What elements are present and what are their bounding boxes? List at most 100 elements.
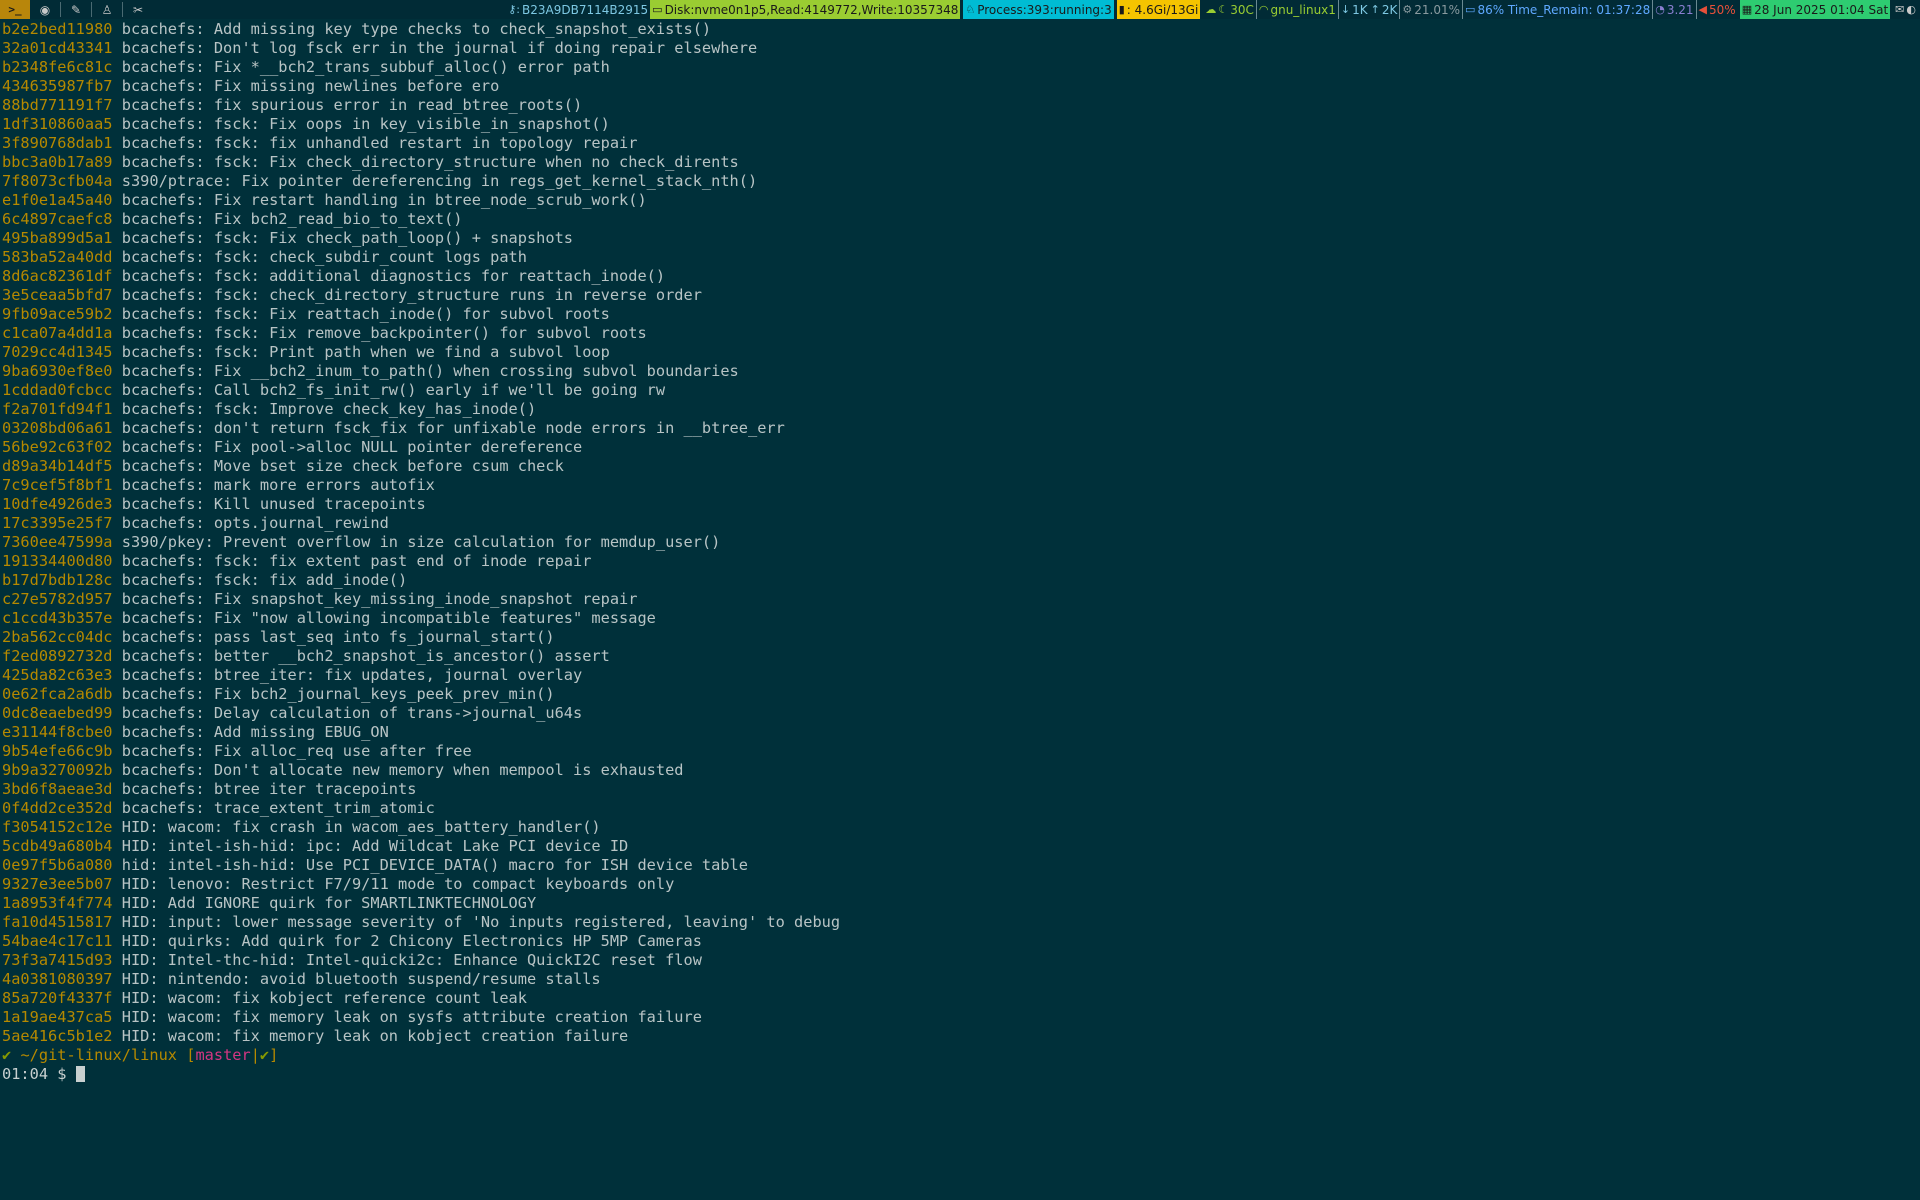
mail-icon[interactable]: ✉ <box>1895 3 1904 16</box>
log-line: c1ccd43b357e bcachefs: Fix "now allowing… <box>2 609 840 628</box>
battery-icon: ▭ <box>1465 3 1476 16</box>
log-line: 7360ee47599a s390/pkey: Prevent overflow… <box>2 533 840 552</box>
commit-message: bcachefs: Fix alloc_req use after free <box>121 742 472 760</box>
log-line: 9327e3ee5b07 HID: lenovo: Restrict F7/9/… <box>2 875 840 894</box>
commit-hash: 583ba52a40dd <box>2 248 113 266</box>
input-line[interactable]: 01:04 $ <box>2 1065 840 1084</box>
commit-hash: 73f3a7415d93 <box>2 951 113 969</box>
commit-hash: 7360ee47599a <box>2 533 113 551</box>
commit-hash: 85a720f4337f <box>2 989 113 1007</box>
log-line: 7029cc4d1345 bcachefs: fsck: Print path … <box>2 343 840 362</box>
commit-hash: 4a0381080397 <box>2 970 113 988</box>
datetime-status[interactable]: ▦ 28 Jun 2025 01:04 Sat <box>1739 0 1891 19</box>
log-line: 1cddad0fcbcc bcachefs: Call bch2_fs_init… <box>2 381 840 400</box>
commit-hash: 7029cc4d1345 <box>2 343 113 361</box>
commit-hash: 2ba562cc04dc <box>2 628 113 646</box>
log-line: 5ae416c5b1e2 HID: wacom: fix memory leak… <box>2 1027 840 1046</box>
git-log: b2e2bed11980 bcachefs: Add missing key t… <box>2 20 840 1046</box>
log-line: 54bae4c17c11 HID: quirks: Add quirk for … <box>2 932 840 951</box>
commit-hash: 56be92c63f02 <box>2 438 113 456</box>
commit-message: bcachefs: fsck: Fix check_path_loop() + … <box>121 229 574 247</box>
penguin-icon: ♘ <box>965 3 976 16</box>
commit-message: bcachefs: trace_extent_trim_atomic <box>121 799 435 817</box>
commit-message: bcachefs: Don't log fsck err in the jour… <box>121 39 758 57</box>
commit-message: bcachefs: Fix restart handling in btree_… <box>121 191 647 209</box>
log-line: d89a34b14df5 bcachefs: Move bset size ch… <box>2 457 840 476</box>
browser-icon[interactable]: ◉ <box>30 0 60 19</box>
commit-message: bcachefs: Fix missing newlines before er… <box>121 77 500 95</box>
log-line: 434635987fb7 bcachefs: Fix missing newli… <box>2 77 840 96</box>
text-cursor[interactable] <box>75 1066 85 1082</box>
bracket-close: ] <box>269 1046 279 1064</box>
log-line: f2a701fd94f1 bcachefs: fsck: Improve che… <box>2 400 840 419</box>
commit-message: bcachefs: Fix __bch2_inum_to_path() when… <box>121 362 739 380</box>
process-value: Process:393:running:3 <box>977 2 1112 17</box>
log-line: 5cdb49a680b4 HID: intel-ish-hid: ipc: Ad… <box>2 837 840 856</box>
commit-message: s390/pkey: Prevent overflow in size calc… <box>121 533 721 551</box>
network-status: ↓ 1K ↑ 2K <box>1337 0 1399 19</box>
commit-hash: e31144f8cbe0 <box>2 723 113 741</box>
key-icon: ⚷: <box>508 3 521 16</box>
commit-message: bcachefs: fsck: Fix reattach_inode() for… <box>121 305 610 323</box>
datetime-value: 28 Jun 2025 01:04 Sat <box>1754 2 1889 17</box>
commit-message: bcachefs: Fix snapshot_key_missing_inode… <box>121 590 638 608</box>
editor-icon[interactable]: ✎ <box>61 0 91 19</box>
power-icon[interactable]: ◐ <box>1906 3 1916 16</box>
log-line: 1a8953f4f774 HID: Add IGNORE quirk for S… <box>2 894 840 913</box>
commit-hash: d89a34b14df5 <box>2 457 113 475</box>
speaker-icon: ◀ <box>1698 3 1708 16</box>
commit-hash: f2ed0892732d <box>2 647 113 665</box>
commit-hash: b2e2bed11980 <box>2 20 113 38</box>
commit-hash: 0f4dd2ce352d <box>2 799 113 817</box>
log-line: f2ed0892732d bcachefs: better __bch2_sna… <box>2 647 840 666</box>
commit-message: bcachefs: Add missing EBUG_ON <box>121 723 389 741</box>
commit-message: bcachefs: Fix *__bch2_trans_subbuf_alloc… <box>121 58 610 76</box>
battery-value: 86% Time_Remain: 01:37:28 <box>1477 2 1651 17</box>
commit-message: bcachefs: Delay calculation of trans->jo… <box>121 704 583 722</box>
commit-hash: 5cdb49a680b4 <box>2 837 113 855</box>
terminal-icon[interactable]: >_ <box>0 0 30 19</box>
volume-status[interactable]: ◀ 50% <box>1695 0 1738 19</box>
workspace-switcher: >_ ◉ ✎ ♙ ✂ <box>0 0 153 19</box>
commit-hash: 32a01cd43341 <box>2 39 113 57</box>
commit-message: HID: Add IGNORE quirk for SMARTLINKTECHN… <box>121 894 537 912</box>
disk-value: Disk:nvme0n1p5,Read:4149772,Write:103573… <box>664 2 959 17</box>
log-line: 1df310860aa5 bcachefs: fsck: Fix oops in… <box>2 115 840 134</box>
git-branch: master <box>195 1046 251 1064</box>
log-line: e31144f8cbe0 bcachefs: Add missing EBUG_… <box>2 723 840 742</box>
disk-status: ▭ Disk:nvme0n1p5,Read:4149772,Write:1035… <box>650 0 961 19</box>
log-line: 0f4dd2ce352d bcachefs: trace_extent_trim… <box>2 799 840 818</box>
terminal-output[interactable]: b2e2bed11980 bcachefs: Add missing key t… <box>2 20 840 1084</box>
commit-message: HID: quirks: Add quirk for 2 Chicony Ele… <box>121 932 702 950</box>
log-line: 88bd771191f7 bcachefs: fix spurious erro… <box>2 96 840 115</box>
disk-icon: ▭ <box>652 3 663 16</box>
commit-hash: 0e97f5b6a080 <box>2 856 113 874</box>
commit-message: bcachefs: fsck: fix add_inode() <box>121 571 408 589</box>
log-line: 7c9cef5f8bf1 bcachefs: mark more errors … <box>2 476 840 495</box>
log-line: 9b9a3270092b bcachefs: Don't allocate ne… <box>2 761 840 780</box>
log-line: 4a0381080397 HID: nintendo: avoid blueto… <box>2 970 840 989</box>
commit-message: bcachefs: don't return fsck_fix for unfi… <box>121 419 785 437</box>
commit-message: bcachefs: fsck: check_directory_structur… <box>121 286 702 304</box>
commit-message: bcachefs: fix spurious error in read_btr… <box>121 96 583 114</box>
log-line: c27e5782d957 bcachefs: Fix snapshot_key_… <box>2 590 840 609</box>
commit-hash: c27e5782d957 <box>2 590 113 608</box>
commit-hash: bbc3a0b17a89 <box>2 153 113 171</box>
memory-value: : 4.6Gi/13Gi <box>1126 2 1199 17</box>
commit-message: bcachefs: Fix "now allowing incompatible… <box>121 609 656 627</box>
commit-message: bcachefs: fsck: Fix remove_backpointer()… <box>121 324 647 342</box>
commit-hash: 5ae416c5b1e2 <box>2 1027 113 1045</box>
commit-hash: 191334400d80 <box>2 552 113 570</box>
log-line: 17c3395e25f7 bcachefs: opts.journal_rewi… <box>2 514 840 533</box>
commit-message: bcachefs: opts.journal_rewind <box>121 514 389 532</box>
memory-status: ▮ : 4.6Gi/13Gi <box>1116 0 1201 19</box>
commit-hash: c1ca07a4dd1a <box>2 324 113 342</box>
log-line: 9b54efe66c9b bcachefs: Fix alloc_req use… <box>2 742 840 761</box>
key-value: B23A9DB7114B2915 <box>522 2 649 17</box>
commit-message: bcachefs: fsck: Print path when we find … <box>121 343 610 361</box>
tools-icon[interactable]: ✂ <box>123 0 153 19</box>
cloud-icon: ☁ <box>1205 3 1217 16</box>
commit-message: bcachefs: Fix bch2_read_bio_to_text() <box>121 210 463 228</box>
linux-icon[interactable]: ♙ <box>92 0 122 19</box>
commit-hash: 3f890768dab1 <box>2 134 113 152</box>
